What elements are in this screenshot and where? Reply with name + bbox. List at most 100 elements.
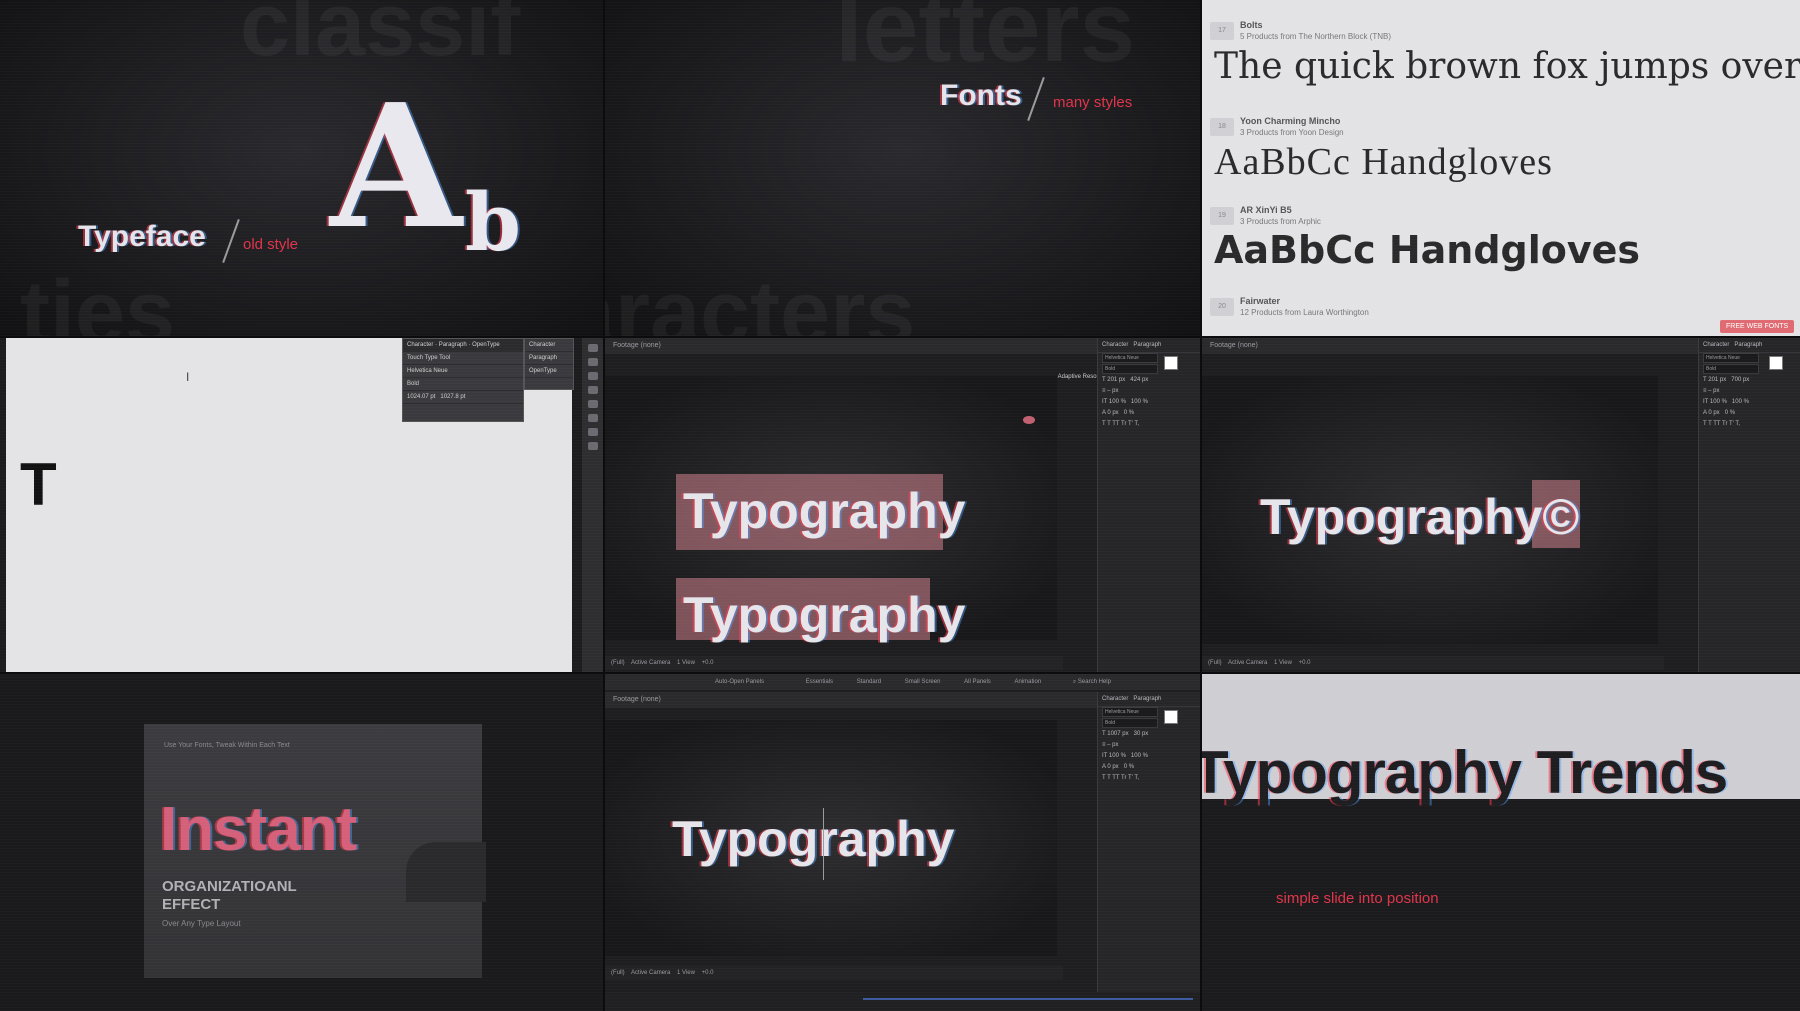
leading-field[interactable]: 1027.8 pt xyxy=(440,394,465,400)
composition-viewer[interactable]: Typography© xyxy=(1202,376,1658,644)
camera-select[interactable]: Active Camera xyxy=(631,970,670,976)
tab-paragraph[interactable]: Paragraph xyxy=(1133,696,1161,702)
font-size-field[interactable]: 1024.07 pt xyxy=(407,394,435,400)
timeline-ruler[interactable] xyxy=(863,998,1193,1000)
typography-text[interactable]: Typography© xyxy=(1260,488,1579,546)
workspace-animation[interactable]: Animation xyxy=(1014,679,1041,685)
font-size-field[interactable]: 1007 px xyxy=(1107,731,1128,737)
fill-color-swatch[interactable] xyxy=(1164,356,1178,370)
typography-text[interactable]: Typography xyxy=(672,810,954,868)
auto-open-panels-checkbox[interactable]: Auto-Open Panels xyxy=(715,679,764,685)
tab-character[interactable]: Character xyxy=(1703,342,1729,348)
tab-character[interactable]: Character xyxy=(1102,696,1128,702)
font-style-select[interactable]: Bold xyxy=(1102,364,1158,374)
horizontal-scale-field[interactable]: 100 % xyxy=(1131,399,1148,405)
font-size-field[interactable]: 201 px xyxy=(1107,377,1125,383)
view-select[interactable]: 1 View xyxy=(677,660,695,666)
font-sample: The quick brown fox jumps over th xyxy=(1214,46,1800,87)
font-family-select[interactable]: Helvetica Neue xyxy=(1703,353,1759,363)
tool-icon[interactable] xyxy=(587,414,598,422)
typography-text-top[interactable]: Typography xyxy=(683,482,965,540)
font-family-select[interactable]: Helvetica Neue xyxy=(1102,353,1158,363)
tsume-field[interactable]: 0 % xyxy=(1124,410,1134,416)
text-style-buttons[interactable]: T T TT Tr T' T, xyxy=(1699,419,1800,430)
exposure-value[interactable]: +0.0 xyxy=(702,970,714,976)
font-size-field[interactable]: 201 px xyxy=(1708,377,1726,383)
resolution-select[interactable]: (Full) xyxy=(611,970,625,976)
tool-icon[interactable] xyxy=(587,400,598,408)
typography-text-bottom[interactable]: Typography xyxy=(683,586,965,644)
instant-panel: Use Your Fonts, Tweak Within Each Text I… xyxy=(0,674,603,1011)
resolution-select[interactable]: (Full) xyxy=(1208,660,1222,666)
tab-character[interactable]: Character xyxy=(1102,342,1128,348)
resolution-select[interactable]: (Full) xyxy=(611,660,625,666)
font-style-select[interactable]: Bold xyxy=(403,378,523,391)
tsume-field[interactable]: 0 % xyxy=(1725,410,1735,416)
composition-viewer[interactable]: Typography xyxy=(605,720,1057,956)
tab-character[interactable]: Character xyxy=(407,342,433,348)
workspace-standard[interactable]: Standard xyxy=(857,679,881,685)
exposure-value[interactable]: +0.0 xyxy=(702,660,714,666)
font-family-select[interactable]: Helvetica Neue xyxy=(403,365,523,378)
tool-icon[interactable] xyxy=(587,372,598,380)
tab-paragraph[interactable]: Paragraph xyxy=(1133,342,1161,348)
tool-icon[interactable] xyxy=(587,358,598,366)
search-help-input[interactable]: Search Help xyxy=(1078,679,1111,685)
font-family-select[interactable]: Helvetica Neue xyxy=(1102,707,1158,717)
font-style-select[interactable]: Bold xyxy=(1102,718,1158,728)
font-style-select[interactable]: Bold xyxy=(1703,364,1759,374)
stroke-field[interactable]: – px xyxy=(1107,742,1118,748)
leading-field[interactable]: 424 px xyxy=(1130,377,1148,383)
view-select[interactable]: 1 View xyxy=(1274,660,1292,666)
search-icon[interactable]: ⌕ xyxy=(1073,679,1076,685)
font-meta: 3 Products from Arphic xyxy=(1240,217,1321,226)
workspace-essentials[interactable]: Essentials xyxy=(806,679,833,685)
vertical-scale-field[interactable]: 100 % xyxy=(1109,753,1126,759)
vertical-scale-field[interactable]: 100 % xyxy=(1710,399,1727,405)
fill-color-swatch[interactable] xyxy=(1769,356,1783,370)
tsume-field[interactable]: 0 % xyxy=(1124,764,1134,770)
horizontal-scale-field[interactable]: 100 % xyxy=(1131,753,1148,759)
camera-select[interactable]: Active Camera xyxy=(1228,660,1267,666)
character-panel[interactable]: Character · Paragraph · OpenType Touch T… xyxy=(402,338,524,422)
tool-icon[interactable] xyxy=(587,386,598,394)
workspace-small-screen[interactable]: Small Screen xyxy=(905,679,941,685)
timeline-strip[interactable] xyxy=(605,992,1200,1011)
fonts-subtitle: many styles xyxy=(1053,94,1133,111)
font-name[interactable]: Fairwater xyxy=(1240,296,1280,306)
stroke-field[interactable]: – px xyxy=(1708,388,1719,394)
tab-opentype[interactable]: OpenType xyxy=(472,342,500,348)
tool-icon[interactable] xyxy=(587,344,598,352)
view-select[interactable]: 1 View xyxy=(677,970,695,976)
touch-type-tool[interactable]: Touch Type Tool xyxy=(403,352,523,365)
composition-viewer[interactable]: Adaptive Resolution (1/8) Typography Typ… xyxy=(605,374,1125,643)
vertical-scale-field[interactable]: 100 % xyxy=(1109,399,1126,405)
exposure-value[interactable]: +0.0 xyxy=(1299,660,1311,666)
text-style-buttons[interactable]: T T TT Tr T' T, xyxy=(1098,773,1200,784)
fill-color-swatch[interactable] xyxy=(1164,710,1178,724)
workspace-all-panels[interactable]: All Panels xyxy=(964,679,991,685)
font-sample: AaBbCc Handgloves xyxy=(1214,141,1553,183)
baseline-field[interactable]: 0 px xyxy=(1107,410,1118,416)
leading-field[interactable]: 30 px xyxy=(1134,731,1149,737)
side-item-paragraph[interactable]: Paragraph xyxy=(525,352,573,365)
free-web-fonts-button[interactable]: FREE WEB FONTS xyxy=(1720,320,1795,333)
baseline-field[interactable]: 0 px xyxy=(1708,410,1719,416)
tab-paragraph[interactable]: Paragraph xyxy=(439,342,467,348)
tool-icon[interactable] xyxy=(587,442,598,450)
eye-icon[interactable] xyxy=(1023,416,1035,424)
leading-field[interactable]: 700 px xyxy=(1731,377,1749,383)
text-style-buttons[interactable]: T T TT Tr T' T, xyxy=(1098,419,1200,430)
side-item-opentype[interactable]: OpenType xyxy=(525,365,573,378)
font-name[interactable]: Yoon Charming Mincho xyxy=(1240,116,1340,126)
tab-paragraph[interactable]: Paragraph xyxy=(1734,342,1762,348)
camera-select[interactable]: Active Camera xyxy=(631,660,670,666)
font-name[interactable]: AR XinYi B5 xyxy=(1240,205,1292,215)
side-item-character[interactable]: Character xyxy=(525,339,573,352)
stroke-field[interactable]: – px xyxy=(1107,388,1118,394)
character-panel: Character Paragraph Helvetica Neue Bold … xyxy=(1698,338,1800,672)
font-name[interactable]: Bolts xyxy=(1240,20,1263,30)
horizontal-scale-field[interactable]: 100 % xyxy=(1732,399,1749,405)
baseline-field[interactable]: 0 px xyxy=(1107,764,1118,770)
tool-icon[interactable] xyxy=(587,428,598,436)
